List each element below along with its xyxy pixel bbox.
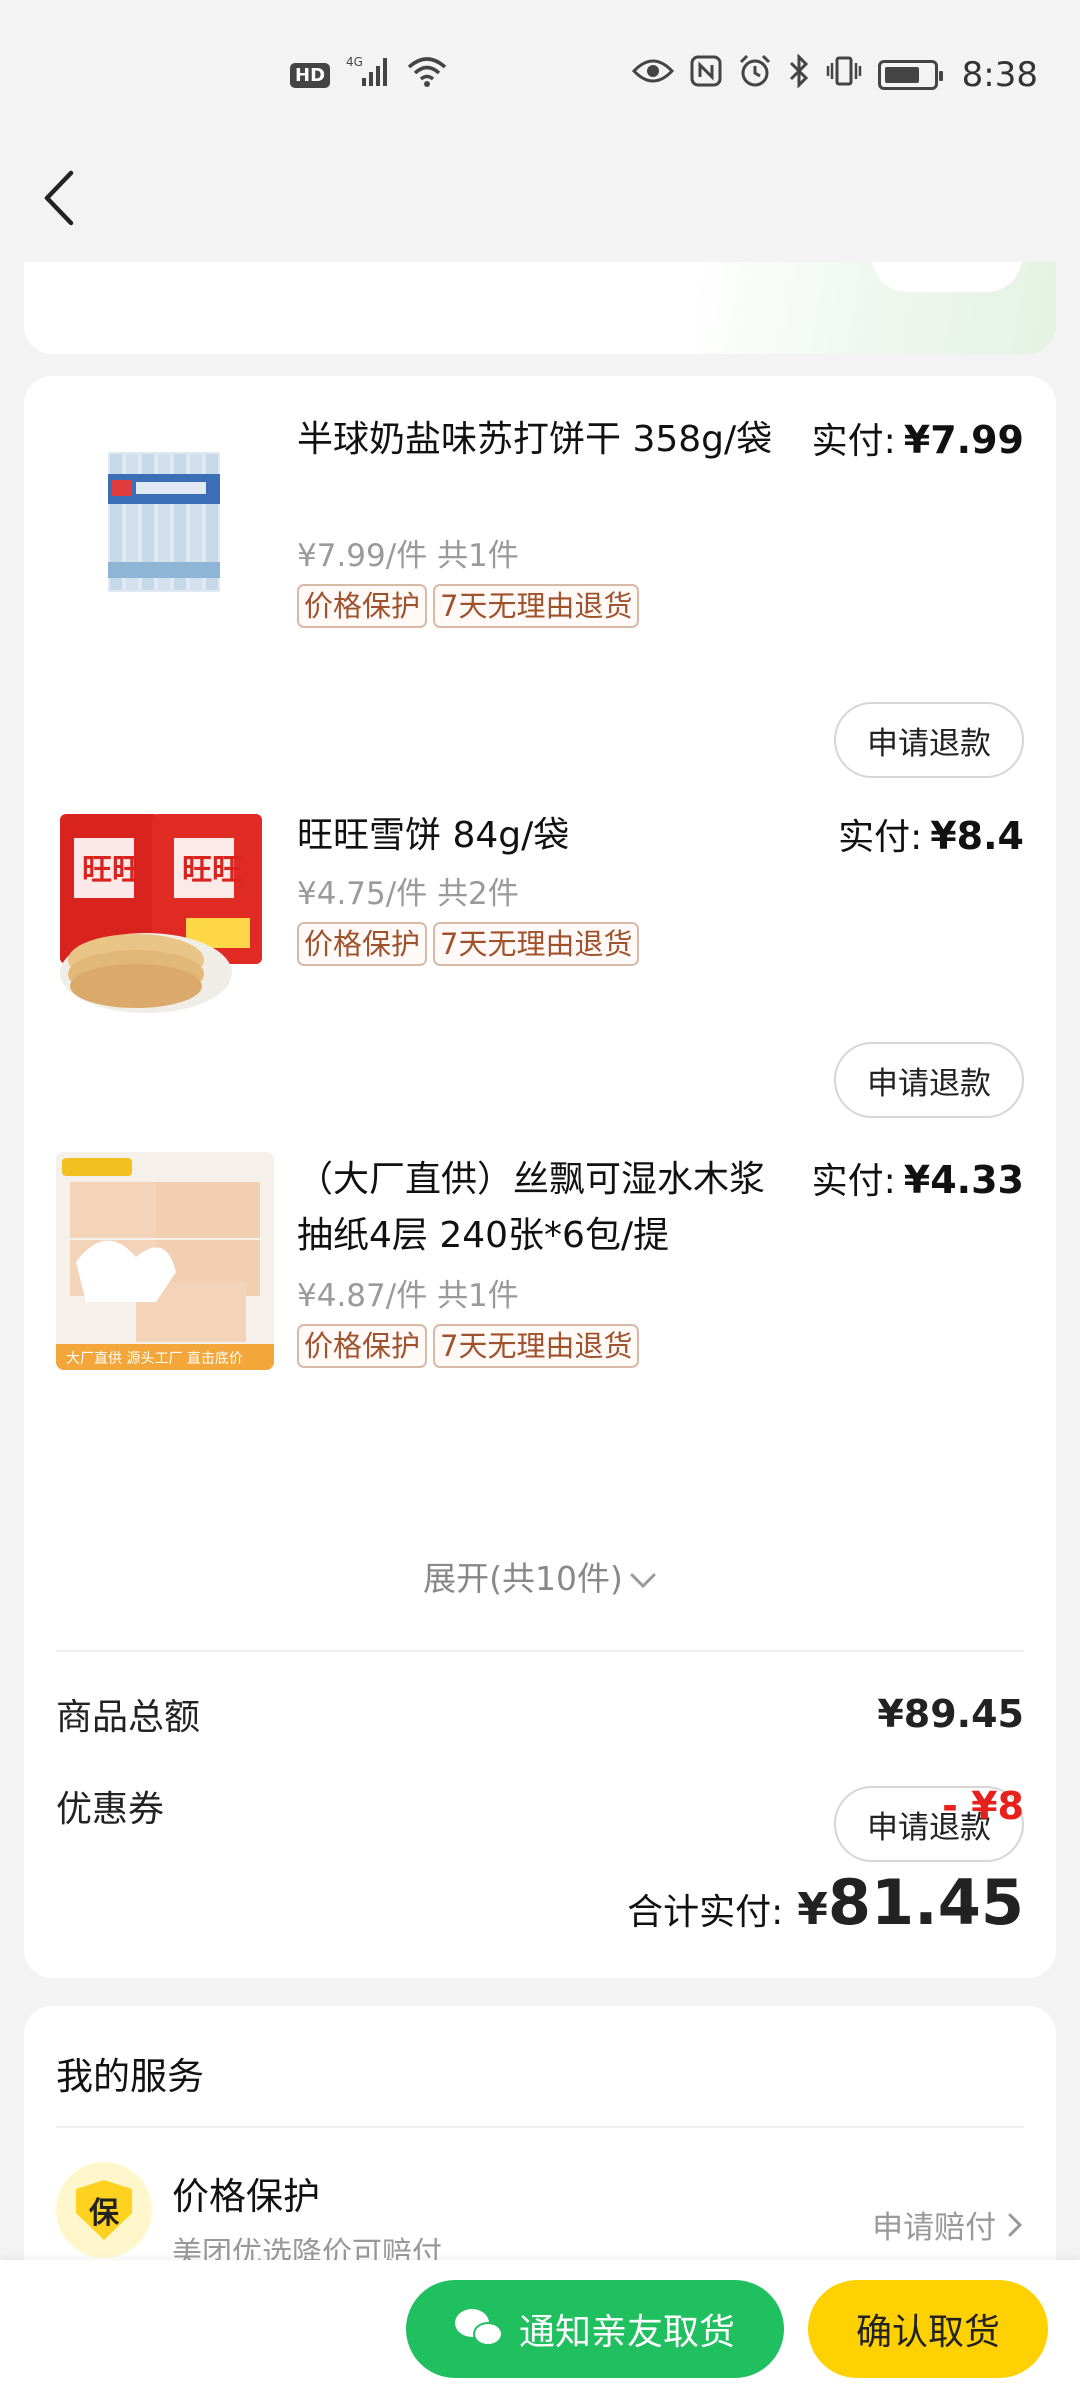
bluetooth-icon bbox=[788, 53, 810, 96]
goods-total-value: ¥89.45 bbox=[877, 1692, 1024, 1736]
tag-price-protection: 价格保护 bbox=[297, 922, 428, 966]
unit-price: ¥4.75/件 bbox=[297, 876, 428, 912]
item-unit-qty: ¥7.99/件 共1件 bbox=[297, 530, 519, 575]
paid-label: 实付: bbox=[838, 817, 923, 858]
item-tags: 价格保护 7天无理由退货 bbox=[297, 922, 640, 966]
paid-amount: ¥8.4 bbox=[930, 814, 1024, 858]
nav-bar bbox=[0, 150, 1080, 260]
tag-7day-return: 7天无理由退货 bbox=[433, 1324, 640, 1368]
coupon-value: - ¥8 bbox=[942, 1784, 1024, 1828]
nfc-icon bbox=[690, 55, 722, 95]
svg-text:旺旺: 旺旺 bbox=[182, 853, 242, 888]
refund-button[interactable]: 申请退款 bbox=[834, 702, 1024, 778]
item-title: （大厂直供）丝飘可湿水木浆抽纸4层 240张*6包/提 bbox=[297, 1159, 766, 1256]
paid-label: 实付: bbox=[811, 421, 896, 462]
order-item[interactable]: 半球奶盐味苏打饼干 358g/袋 实付: ¥7.99 ¥7.99/件 共1件 价格… bbox=[24, 412, 1056, 778]
coupon-row: 优惠券 - ¥8 bbox=[56, 1780, 1024, 1832]
total-amount: ¥81.45 bbox=[797, 1866, 1024, 1939]
order-card: 半球奶盐味苏打饼干 358g/袋 实付: ¥7.99 ¥7.99/件 共1件 价格… bbox=[24, 376, 1056, 1978]
confirm-pickup-button[interactable]: 确认取货 bbox=[808, 2280, 1048, 2378]
alarm-icon bbox=[738, 54, 772, 96]
coupon-label: 优惠券 bbox=[56, 1789, 165, 1830]
paid-label: 实付: bbox=[811, 1161, 896, 1202]
signal-icon: 4G bbox=[346, 54, 390, 96]
bottom-action-bar: 通知亲友取货 确认取货 bbox=[0, 2260, 1080, 2400]
expand-items-button[interactable]: 展开(共10件) bbox=[24, 1552, 1056, 1600]
paid-price: 实付: ¥8.4 bbox=[838, 808, 1024, 860]
item-title: 半球奶盐味苏打饼干 358g/袋 bbox=[297, 419, 773, 460]
svg-text:大厂直供 源头工厂 直击底价: 大厂直供 源头工厂 直击底价 bbox=[66, 1350, 243, 1367]
vibrate-icon bbox=[826, 55, 862, 95]
eye-icon bbox=[631, 57, 674, 93]
total-value: 81.45 bbox=[827, 1866, 1024, 1939]
goods-total-row: 商品总额 ¥89.45 bbox=[56, 1688, 1024, 1740]
svg-text:4G: 4G bbox=[346, 55, 363, 69]
chevron-left-icon bbox=[44, 170, 74, 226]
item-title: 旺旺雪饼 84g/袋 bbox=[297, 815, 570, 856]
divider bbox=[56, 1650, 1024, 1652]
paid-price: 实付: ¥7.99 bbox=[812, 412, 1024, 464]
notify-label: 通知亲友取货 bbox=[518, 2312, 735, 2353]
item-unit-qty: ¥4.75/件 共2件 bbox=[297, 868, 519, 913]
chevron-right-icon bbox=[1006, 2210, 1024, 2246]
claim-compensation-link[interactable]: 申请赔付 bbox=[872, 2202, 1024, 2247]
paid-amount: ¥7.99 bbox=[903, 418, 1024, 462]
total-currency: ¥ bbox=[797, 1884, 828, 1935]
status-left: HD 4G bbox=[290, 54, 448, 96]
order-item[interactable]: 旺旺 旺旺 旺旺雪饼 84g/袋 实付: ¥8.4 ¥4.75/件 共2件 价格保… bbox=[24, 808, 1056, 1118]
item-unit-qty: ¥4.87/件 共1件 bbox=[297, 1270, 519, 1315]
svg-text:旺旺: 旺旺 bbox=[82, 853, 142, 888]
total-paid-row: 合计实付: ¥81.45 bbox=[627, 1866, 1024, 1939]
item-tags: 价格保护 7天无理由退货 bbox=[297, 1324, 640, 1368]
paid-price: 实付: ¥4.33 bbox=[812, 1152, 1024, 1204]
services-title: 我的服务 bbox=[56, 2055, 204, 2098]
back-button[interactable] bbox=[28, 158, 88, 238]
paid-amount: ¥4.33 bbox=[903, 1158, 1024, 1202]
status-bar: HD 4G 8:38 bbox=[0, 0, 1080, 150]
tag-7day-return: 7天无理由退货 bbox=[433, 922, 640, 966]
unit-price: ¥7.99/件 bbox=[297, 538, 428, 574]
service-name: 价格保护 bbox=[172, 2175, 320, 2218]
order-item[interactable]: 大厂直供 源头工厂 直击底价 （大厂直供）丝飘可湿水木浆抽纸4层 240张*6包… bbox=[24, 1152, 1056, 1862]
claim-label: 申请赔付 bbox=[872, 2210, 997, 2246]
total-label: 合计实付: bbox=[627, 1892, 784, 1933]
wechat-icon bbox=[454, 2309, 505, 2349]
divider bbox=[56, 2126, 1024, 2128]
hd-badge: HD bbox=[290, 62, 331, 88]
clock: 8:38 bbox=[961, 55, 1038, 95]
product-image-soda-cracker[interactable] bbox=[56, 412, 274, 630]
tag-7day-return: 7天无理由退货 bbox=[433, 584, 640, 628]
goods-total-label: 商品总额 bbox=[56, 1697, 201, 1738]
quantity: 共2件 bbox=[437, 876, 519, 912]
shield-icon: 保 bbox=[56, 2162, 152, 2258]
map-decoration bbox=[696, 262, 1056, 354]
expand-label: 展开(共10件) bbox=[423, 1559, 623, 1598]
battery-icon bbox=[877, 60, 943, 90]
notify-friends-button[interactable]: 通知亲友取货 bbox=[406, 2280, 784, 2378]
product-image-rice-cracker[interactable]: 旺旺 旺旺 bbox=[56, 808, 274, 1026]
product-image-tissue[interactable]: 大厂直供 源头工厂 直击底价 bbox=[56, 1152, 274, 1370]
quantity: 共1件 bbox=[437, 1278, 519, 1314]
refund-button[interactable]: 申请退款 bbox=[834, 1042, 1024, 1118]
status-right: 8:38 bbox=[631, 53, 1038, 96]
tag-price-protection: 价格保护 bbox=[297, 584, 428, 628]
item-tags: 价格保护 7天无理由退货 bbox=[297, 584, 640, 628]
shield-char: 保 bbox=[76, 2180, 132, 2240]
chevron-down-icon bbox=[629, 1559, 657, 1598]
unit-price: ¥4.87/件 bbox=[297, 1278, 428, 1314]
wifi-icon bbox=[406, 55, 448, 95]
map-card bbox=[24, 262, 1056, 354]
quantity: 共1件 bbox=[437, 538, 519, 574]
tag-price-protection: 价格保护 bbox=[297, 1324, 428, 1368]
